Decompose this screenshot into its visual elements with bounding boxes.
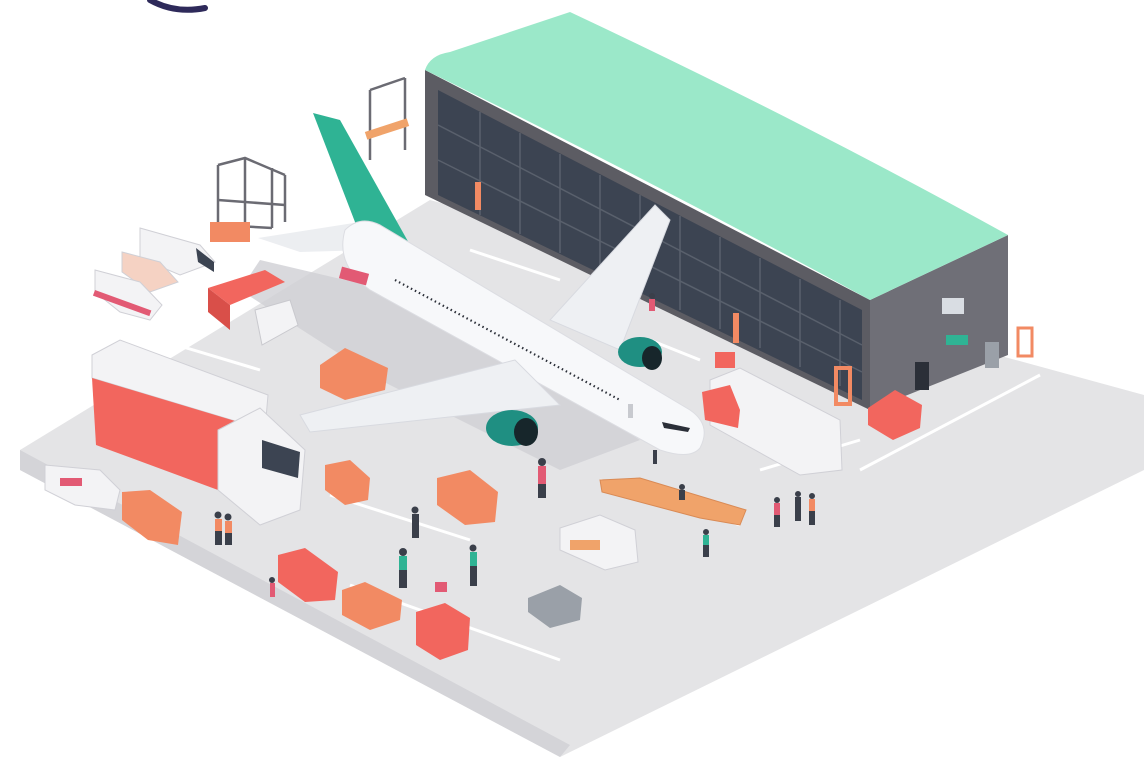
person [411,506,419,538]
hangar-door-orange-2 [733,313,739,343]
person [774,497,780,527]
airport-cargo-illustration [0,0,1144,757]
hangar-sign-green [946,335,968,345]
aircraft-door [628,404,633,418]
person [795,491,801,521]
aircraft-nose-gear [653,450,657,464]
hangar-window [942,298,964,314]
person [809,493,815,525]
person [679,484,685,500]
hangar-door-orange-1 [475,182,481,210]
person [649,293,655,311]
person [224,513,232,545]
person [538,458,546,498]
scaffold-orange-beam [364,118,410,140]
aircraft-engine-right-intake [642,346,662,370]
hangar-red-cart [715,352,735,368]
grey-cabinet [985,342,999,368]
scaffold-orange-cart [210,222,250,242]
person [703,529,709,557]
scaffold-frame-top [368,76,407,160]
person [399,548,407,588]
aircraft-engine-left-intake [514,418,538,446]
person [214,511,222,545]
hangar-side-door [915,362,929,390]
small-red-box [435,582,447,592]
orange-barrier-right [1016,326,1034,358]
corner-arc-decoration [147,0,208,13]
scene-svg [20,0,1144,757]
scaffold-frame-left [216,156,287,232]
